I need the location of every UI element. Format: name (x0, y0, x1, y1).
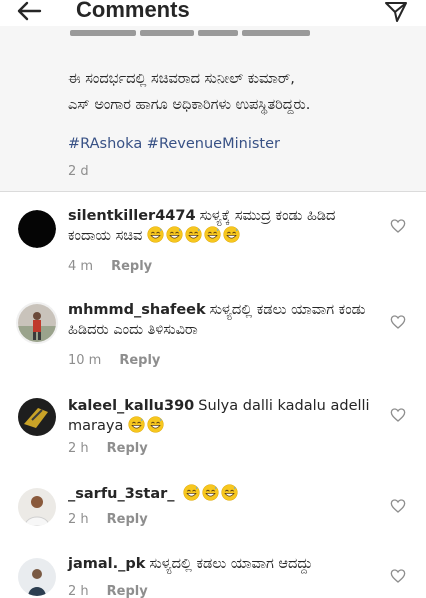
caption-line: ಎಸ್ ಅಂಗಾರ ಹಾಗೂ ಅಧಿಕಾರಿಗಳು ಉಪಸ್ಥಿತರಿದ್ದರು… (68, 97, 311, 113)
comment-username[interactable]: kaleel_kallu390 (68, 398, 194, 414)
comment-meta: 10 m Reply (68, 353, 160, 368)
comment-meta: 2 h Reply (68, 441, 148, 456)
reply-button[interactable]: Reply (107, 441, 148, 456)
comment-item: mhmmd_shafeek ಸುಳ್ಯದಲ್ಲಿ ಕಡಲು ಯಾವಾಗ ಕಂಡು … (0, 294, 426, 388)
comment-body: jamal._pk ಸುಳ್ಯದಲ್ಲಿ ಕಡಲು ಯಾವಾಗ ಆದದ್ದು (68, 554, 378, 574)
reply-button[interactable]: Reply (107, 584, 148, 598)
like-button[interactable] (390, 218, 406, 234)
caption-cut-off-line (70, 30, 328, 38)
share-button[interactable] (383, 0, 409, 24)
post-caption: ಈ ಸಂದರ್ಭದಲ್ಲಿ ಸಚಿವರಾದ ಸುನೀಲ್ ಕುಮಾರ್, ಎಸ್… (0, 26, 426, 192)
comment-timestamp: 2 h (68, 584, 89, 598)
emoji-group (147, 226, 242, 246)
grinning-sweat-face-icon (204, 226, 221, 243)
heart-icon (390, 569, 406, 583)
paper-plane-icon (385, 2, 407, 22)
grinning-sweat-face-icon (202, 484, 219, 501)
comment-body: silentkiller4474 ಸುಳ್ಯಕ್ಕೆ ಸಮುದ್ರ ಕಂಡು ಹಿ… (68, 206, 378, 246)
grinning-sweat-face-icon (147, 416, 164, 433)
comment-item: jamal._pk ಸುಳ್ಯದಲ್ಲಿ ಕಡಲು ಯಾವಾಗ ಆದದ್ದು 2 … (0, 546, 426, 598)
comment-username[interactable]: silentkiller4474 (68, 208, 196, 224)
comment-item: silentkiller4474 ಸುಳ್ಯಕ್ಕೆ ಸಮುದ್ರ ಕಂಡು ಹಿ… (0, 200, 426, 294)
reply-button[interactable]: Reply (119, 353, 160, 368)
comment-body: mhmmd_shafeek ಸುಳ್ಯದಲ್ಲಿ ಕಡಲು ಯಾವಾಗ ಕಂಡು … (68, 300, 378, 340)
avatar[interactable] (18, 488, 56, 526)
comment-text: ಸುಳ್ಯದಲ್ಲಿ ಕಡಲು ಯಾವಾಗ ಆದದ್ದು (149, 556, 313, 572)
like-button[interactable] (390, 568, 406, 584)
grinning-sweat-face-icon (221, 484, 238, 501)
grinning-sweat-face-icon (183, 484, 200, 501)
comment-meta: 2 h Reply (68, 512, 148, 527)
comment-meta: 2 h Reply (68, 584, 148, 598)
reply-button[interactable]: Reply (107, 512, 148, 527)
heart-icon (390, 219, 406, 233)
comment-timestamp: 2 h (68, 441, 89, 456)
caption-timestamp: 2 d (68, 164, 89, 179)
grinning-sweat-face-icon (128, 416, 145, 433)
page-title: Comments (76, 0, 190, 22)
avatar[interactable] (18, 398, 56, 436)
comment-body: _sarfu_3star_ (68, 484, 378, 504)
comment-timestamp: 10 m (68, 353, 102, 368)
comment-timestamp: 2 h (68, 512, 89, 527)
heart-icon (390, 499, 406, 513)
avatar[interactable] (16, 302, 58, 344)
like-button[interactable] (390, 407, 406, 423)
comment-body: kaleel_kallu390 Sulya dalli kadalu adelli… (68, 396, 378, 436)
header-bar: Comments (0, 0, 426, 26)
comment-item: kaleel_kallu390 Sulya dalli kadalu adelli… (0, 390, 426, 484)
grinning-sweat-face-icon (223, 226, 240, 243)
caption-line: ಈ ಸಂದರ್ಭದಲ್ಲಿ ಸಚಿವರಾದ ಸುನೀಲ್ ಕುಮಾರ್, (68, 71, 295, 87)
arrow-left-icon (17, 1, 42, 21)
like-button[interactable] (390, 314, 406, 330)
avatar[interactable] (18, 558, 56, 596)
comment-username[interactable]: jamal._pk (68, 556, 145, 572)
grinning-sweat-face-icon (166, 226, 183, 243)
grinning-sweat-face-icon (147, 226, 164, 243)
comment-username[interactable]: _sarfu_3star_ (68, 486, 175, 502)
heart-icon (390, 315, 406, 329)
heart-icon (390, 408, 406, 422)
comment-timestamp: 4 m (68, 259, 94, 274)
emoji-group (128, 416, 166, 436)
caption-hashtags[interactable]: #RAshoka #RevenueMinister (68, 136, 280, 152)
back-button[interactable] (14, 0, 44, 24)
comment-meta: 4 m Reply (68, 259, 152, 274)
like-button[interactable] (390, 498, 406, 514)
emoji-group (183, 484, 240, 504)
comment-username[interactable]: mhmmd_shafeek (68, 302, 206, 318)
grinning-sweat-face-icon (185, 226, 202, 243)
reply-button[interactable]: Reply (111, 259, 152, 274)
avatar[interactable] (18, 210, 56, 248)
